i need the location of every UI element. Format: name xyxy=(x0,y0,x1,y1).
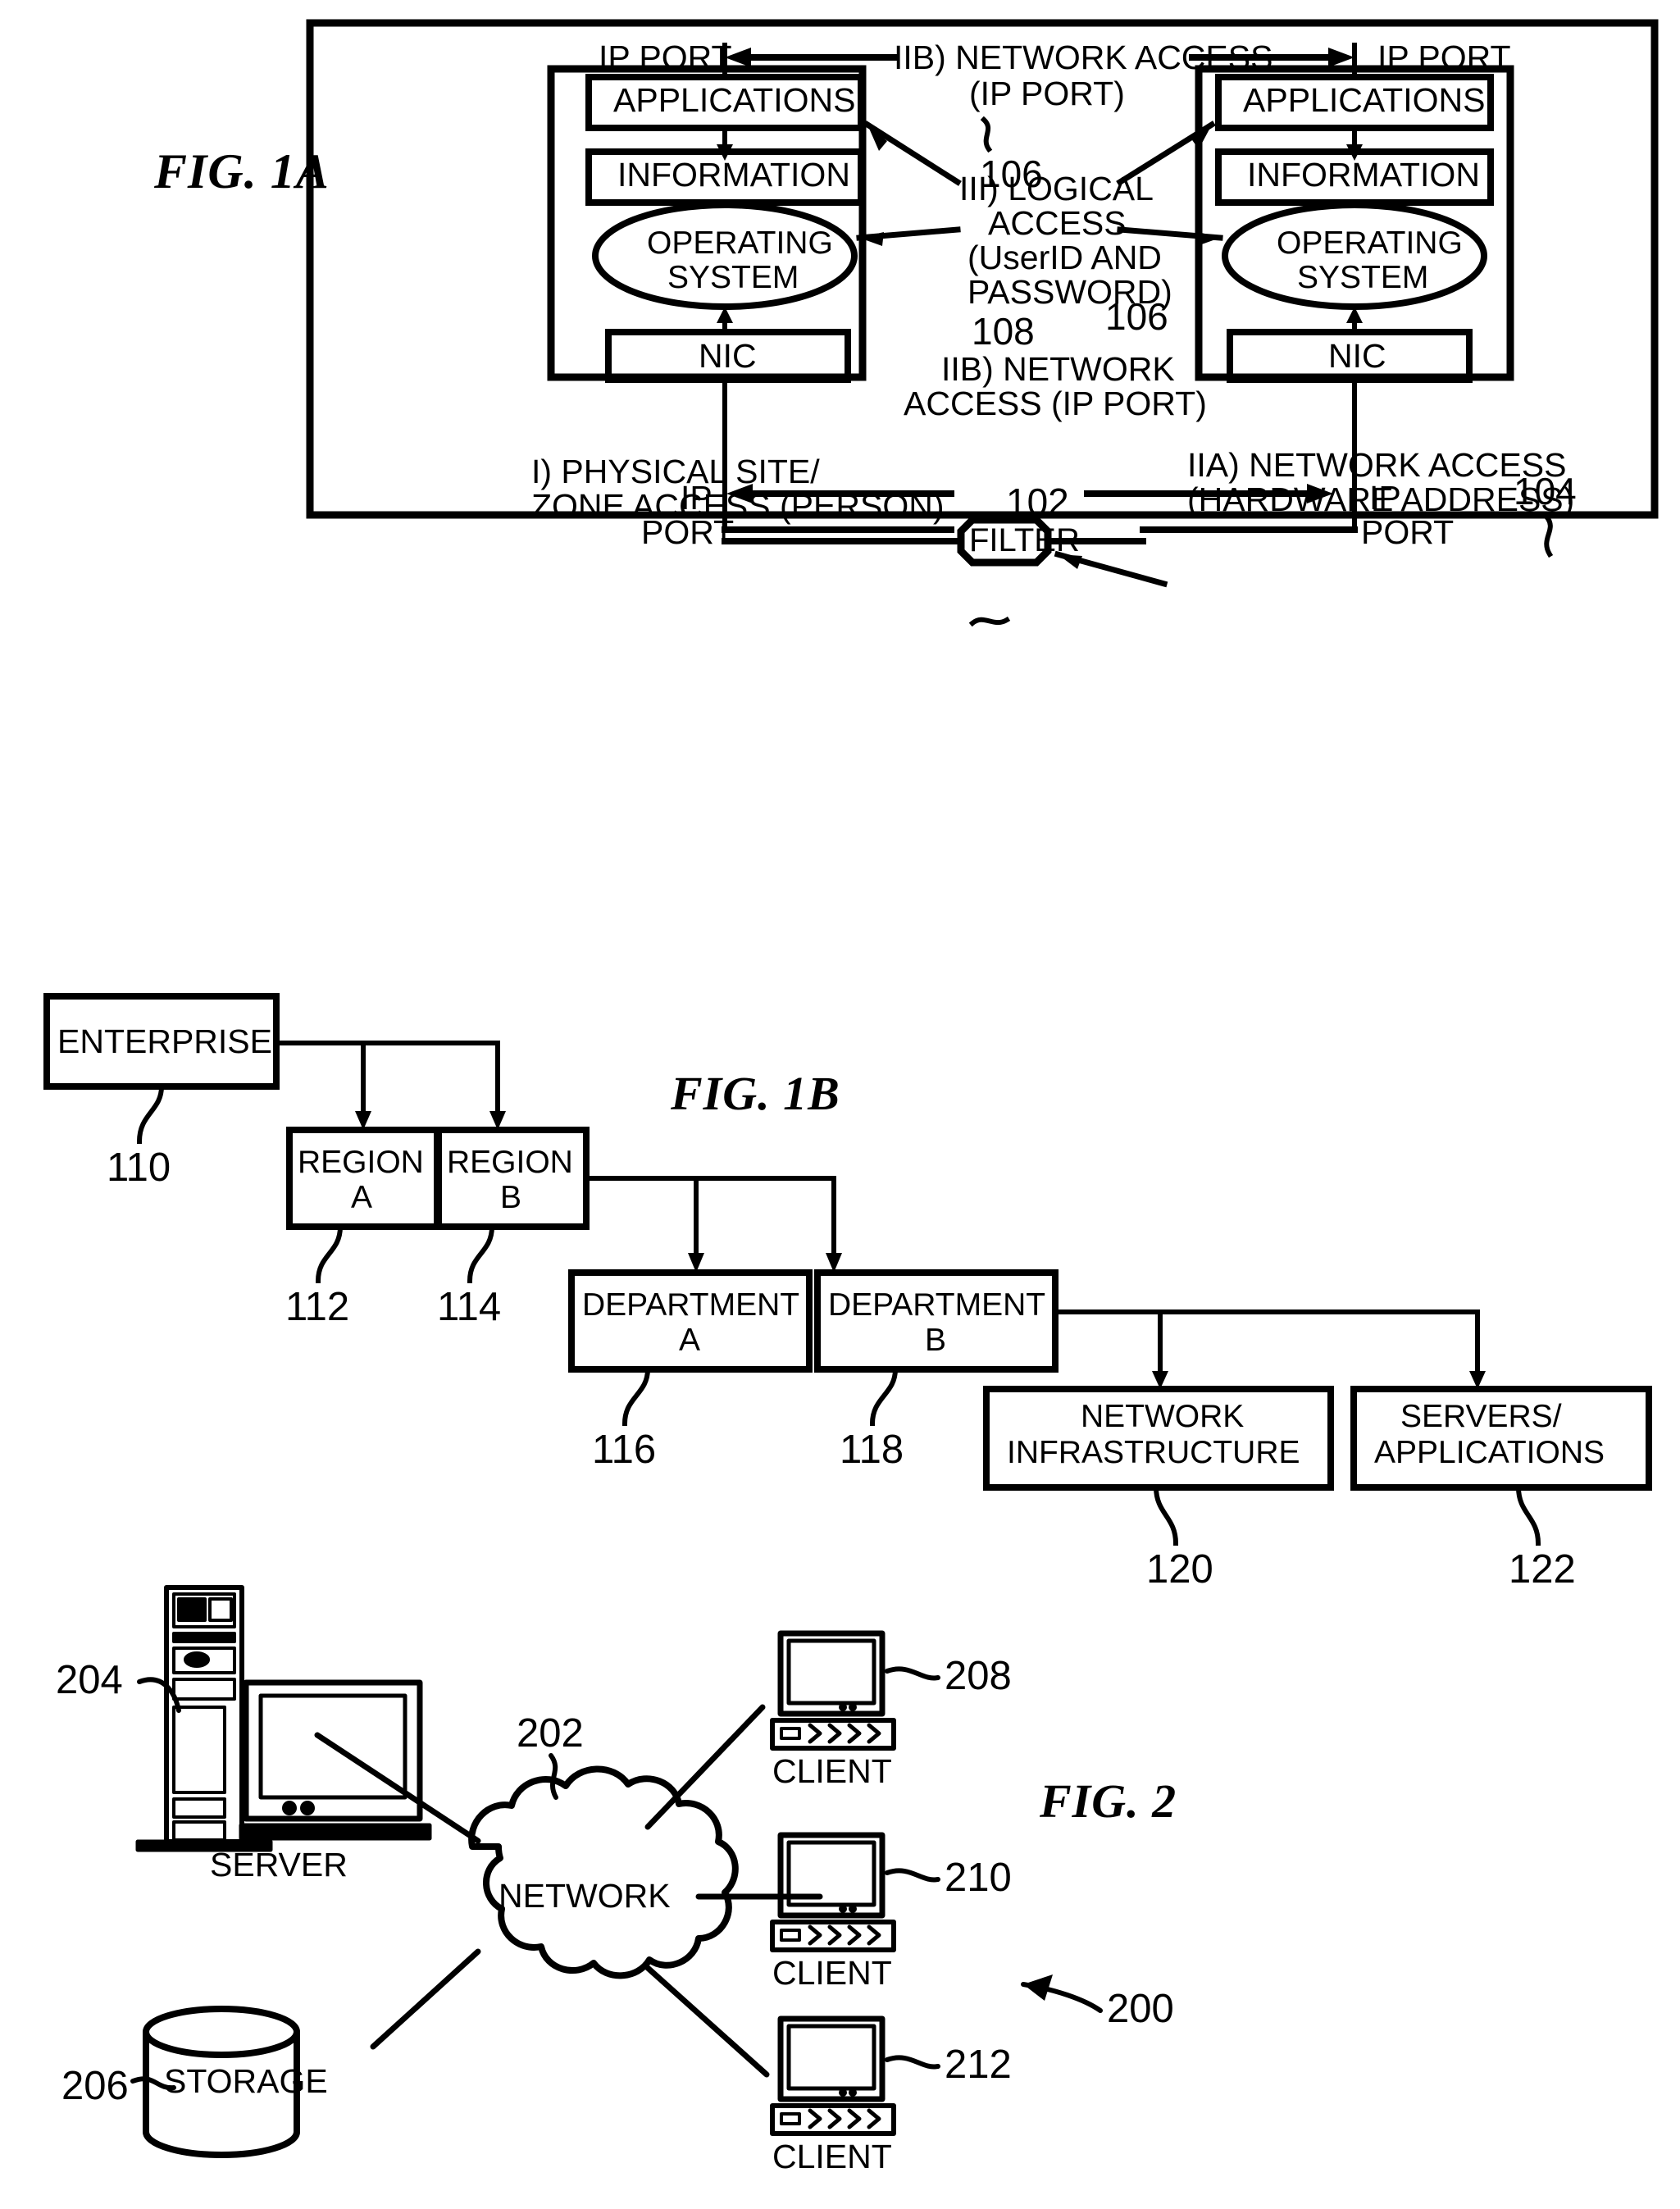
fig2-client-208-label: CLIENT xyxy=(772,1752,892,1790)
fig2-server-label: SERVER xyxy=(210,1846,348,1883)
fig2-ref-208: 208 xyxy=(945,1654,1012,1698)
fig2-ref-204: 204 xyxy=(56,1658,123,1702)
fig2-storage-label: STORAGE xyxy=(164,2062,328,2100)
fig2-network-label: NETWORK xyxy=(499,1877,671,1915)
fig2-ref-210: 210 xyxy=(945,1856,1012,1900)
fig2-ref-202: 202 xyxy=(517,1711,584,1756)
fig2-ref-212: 212 xyxy=(945,2043,1012,2087)
fig2-ref-200: 200 xyxy=(1107,1987,1174,2031)
fig2-ref-206: 206 xyxy=(61,2064,129,2108)
fig2-client-210-label: CLIENT xyxy=(772,1954,892,1992)
fig2-client-212-label: CLIENT xyxy=(772,2138,892,2175)
